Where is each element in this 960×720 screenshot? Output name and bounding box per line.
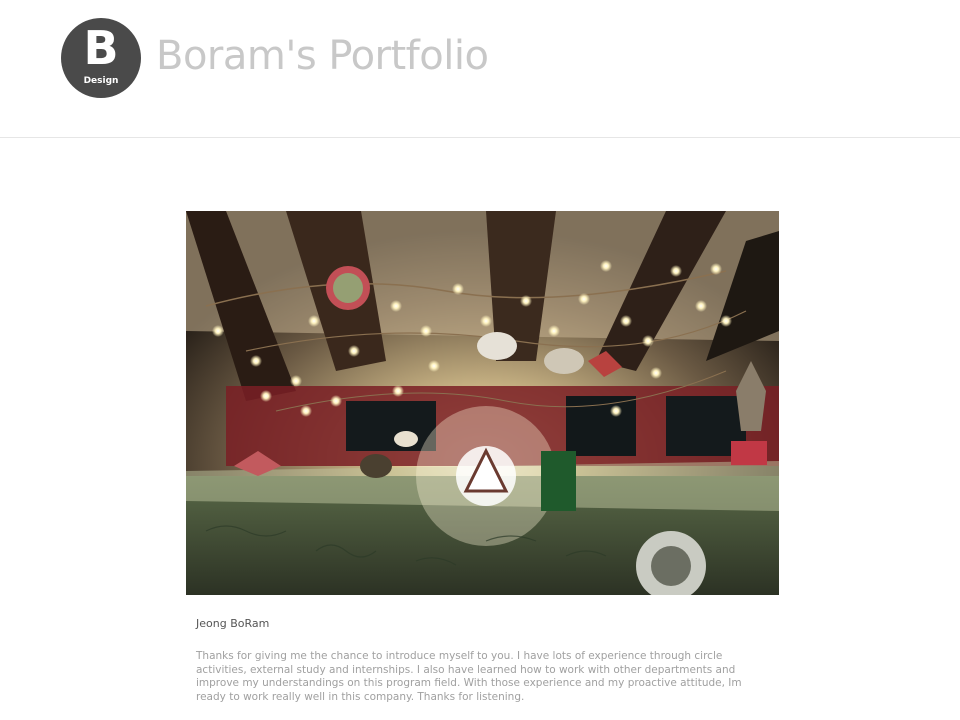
author-name: Jeong BoRam [196,617,270,630]
site-header: B Design Boram's Portfolio [0,0,960,138]
bio-text: Thanks for giving me the chance to intro… [196,650,742,703]
logo-subtitle: Design [83,76,119,86]
logo-letter: B [83,21,119,75]
portfolio-photo [186,211,779,595]
photo-cafe-ceiling-lights-icon [186,211,779,595]
site-title[interactable]: Boram's Portfolio [156,30,489,82]
logo-badge[interactable]: B Design [61,18,141,98]
